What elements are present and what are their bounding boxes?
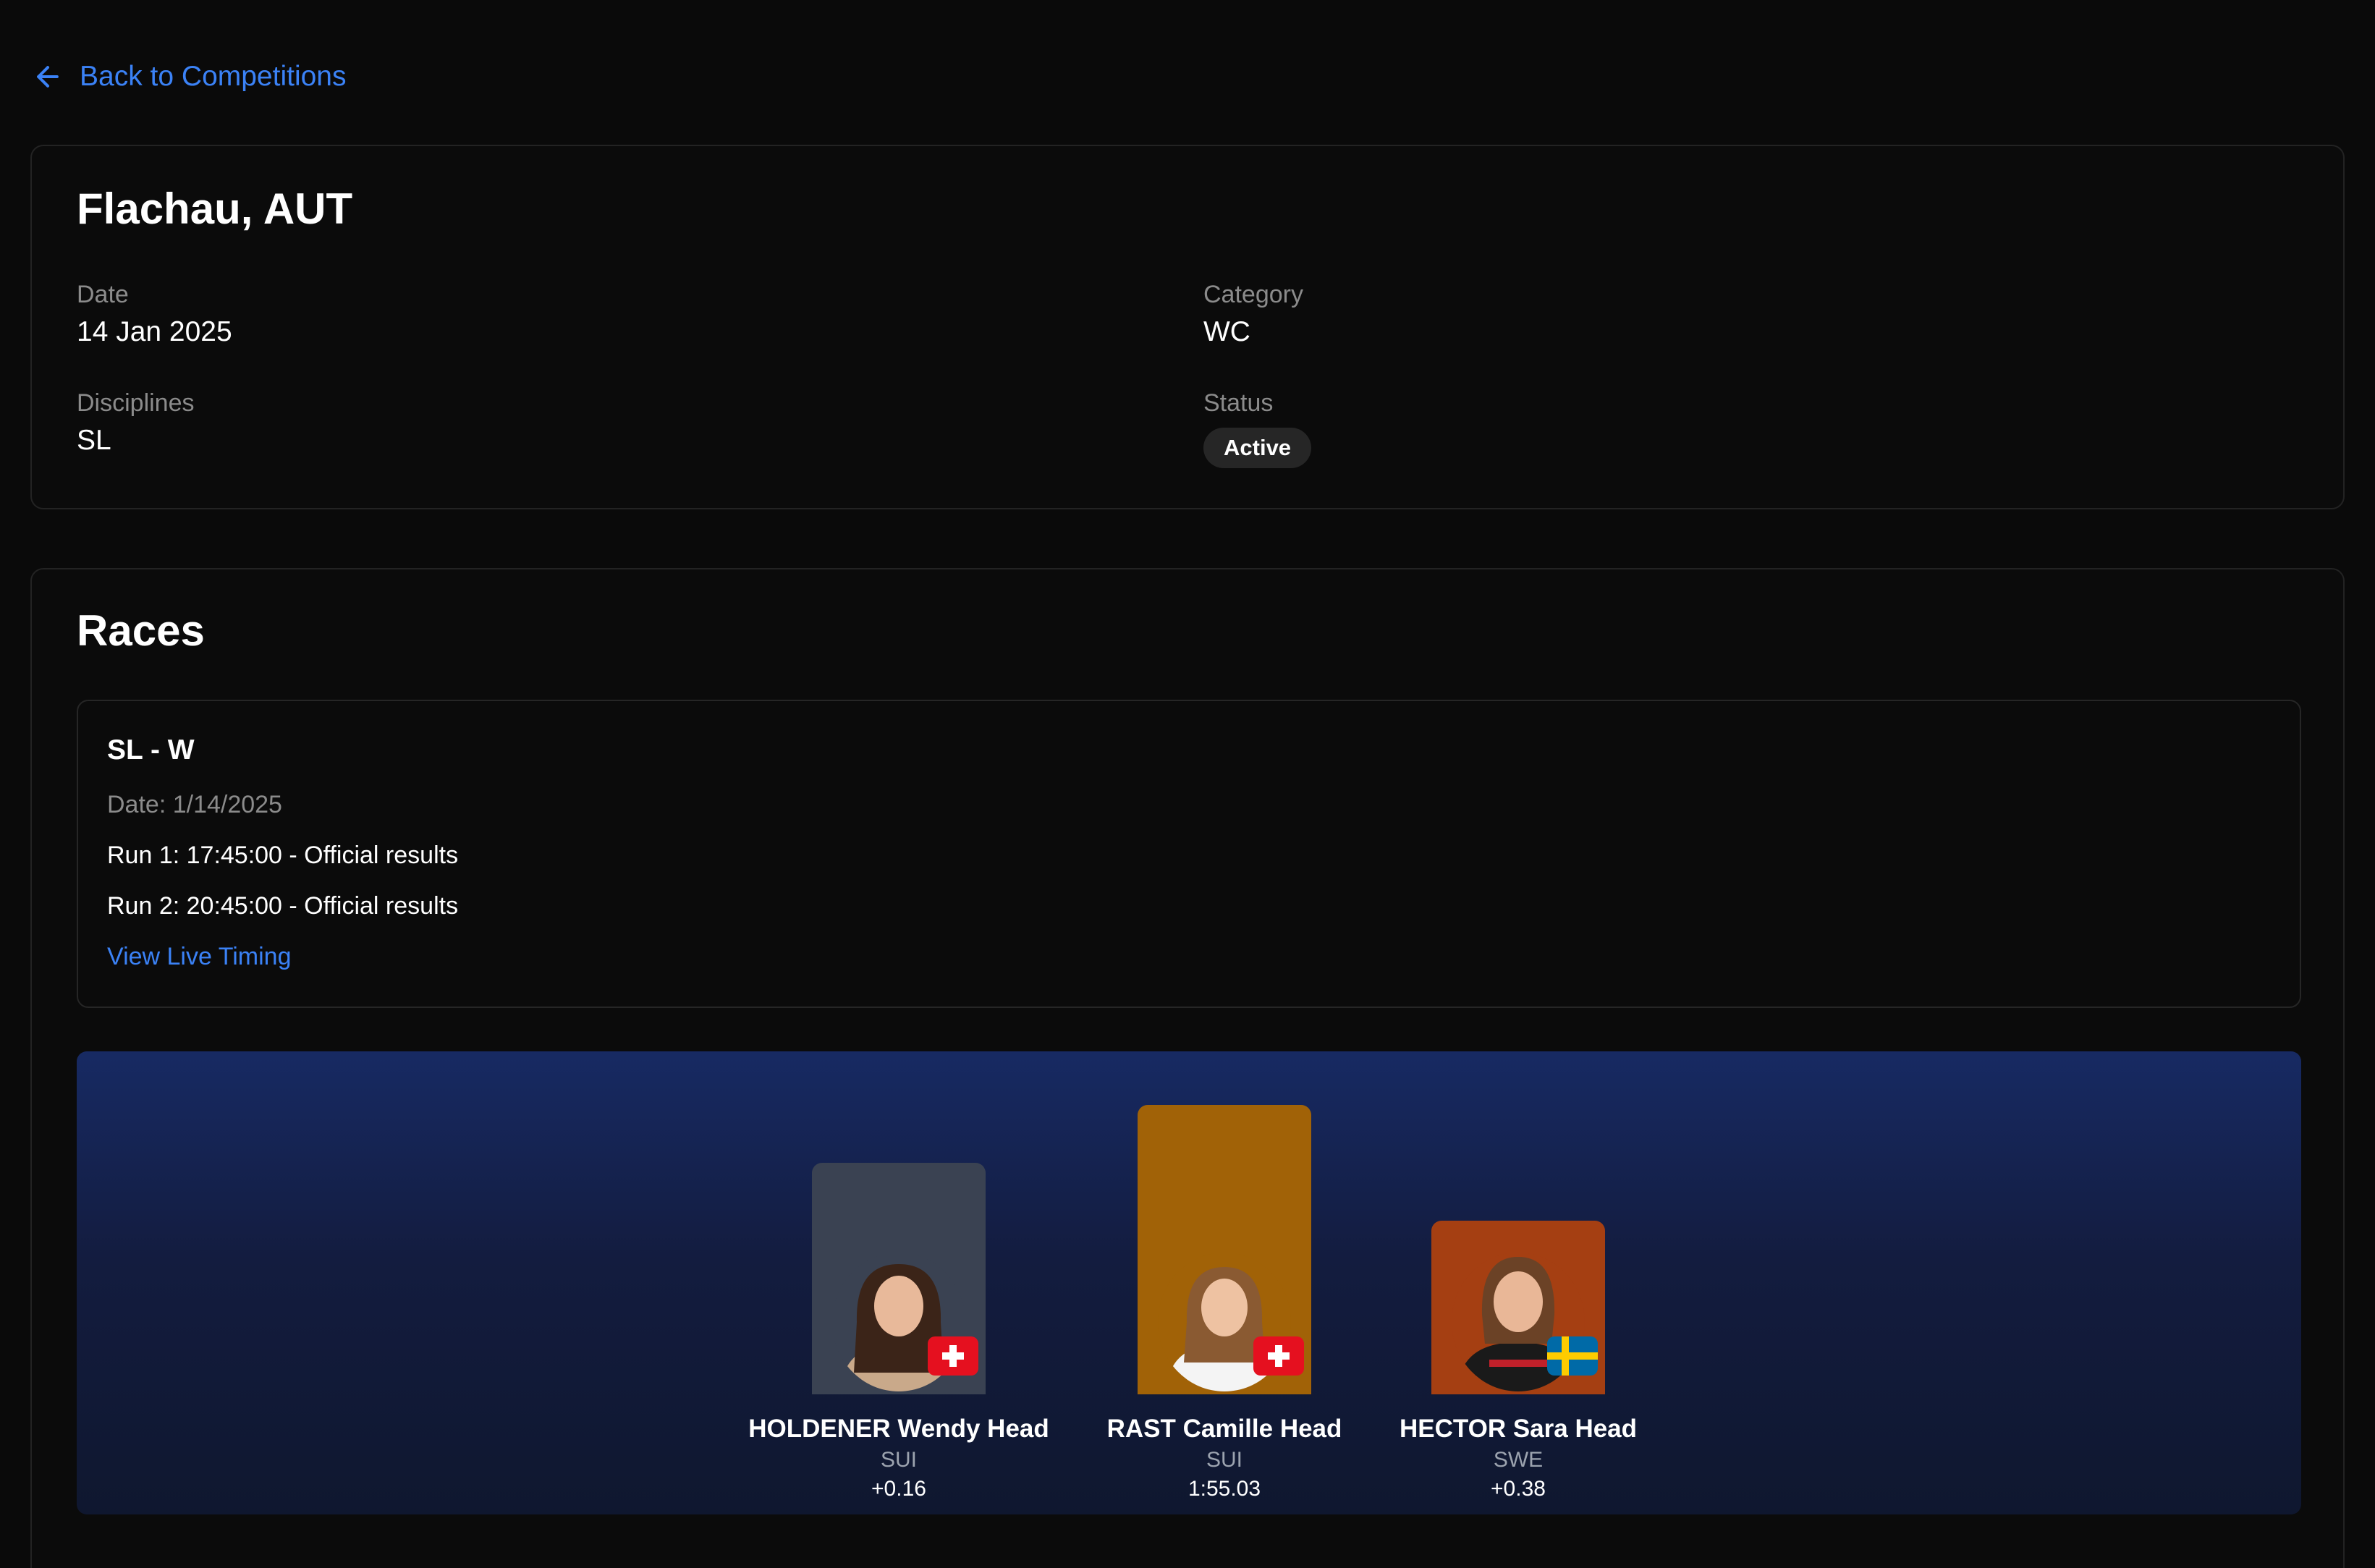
athlete-photo-box bbox=[1431, 1221, 1605, 1394]
race-item: SL - W Date: 1/14/2025 Run 1: 17:45:00 -… bbox=[77, 700, 2301, 1008]
athlete-name: HECTOR Sara Head bbox=[1399, 1415, 1638, 1443]
competition-title: Flachau, AUT bbox=[77, 185, 353, 233]
disciplines-value: SL bbox=[77, 425, 111, 456]
switzerland-flag-icon bbox=[1253, 1336, 1304, 1376]
races-title: Races bbox=[77, 606, 205, 655]
disciplines-field: Disciplines SL bbox=[77, 389, 195, 457]
athlete-time: 1:55.03 bbox=[1188, 1477, 1261, 1501]
athlete-photo-box bbox=[812, 1163, 986, 1394]
podium-second-place[interactable]: HOLDENER Wendy Head SUI +0.16 bbox=[747, 1051, 1051, 1501]
athlete-country: SWE bbox=[1493, 1448, 1544, 1472]
athlete-name: HOLDENER Wendy Head bbox=[748, 1415, 1049, 1443]
back-link-label: Back to Competitions bbox=[80, 61, 347, 92]
athlete-time: +0.38 bbox=[1491, 1477, 1546, 1501]
race-name: SL - W bbox=[107, 734, 195, 766]
date-label: Date bbox=[77, 281, 129, 308]
category-label: Category bbox=[1203, 281, 1303, 308]
back-to-competitions-link[interactable]: Back to Competitions bbox=[32, 61, 347, 93]
date-value: 14 Jan 2025 bbox=[77, 316, 232, 347]
view-live-timing-link[interactable]: View Live Timing bbox=[107, 943, 292, 971]
athlete-country: SUI bbox=[880, 1448, 917, 1472]
status-field: Status Active bbox=[1203, 389, 1312, 468]
status-label: Status bbox=[1203, 389, 1274, 417]
sweden-flag-icon bbox=[1547, 1336, 1598, 1376]
competition-info-card: Flachau, AUT Date 14 Jan 2025 Category W… bbox=[30, 145, 2345, 509]
race-run-2: Run 2: 20:45:00 - Official results bbox=[107, 892, 459, 920]
arrow-left-icon bbox=[37, 66, 59, 88]
podium: HOLDENER Wendy Head SUI +0.16 RAST Camil… bbox=[77, 1051, 2301, 1514]
race-date: Date: 1/14/2025 bbox=[107, 791, 282, 818]
athlete-name: RAST Camille Head bbox=[1106, 1415, 1342, 1443]
competition-detail-page: Back to Competitions Flachau, AUT Date 1… bbox=[0, 0, 2375, 1568]
date-field: Date 14 Jan 2025 bbox=[77, 281, 232, 348]
races-card: Races SL - W Date: 1/14/2025 Run 1: 17:4… bbox=[30, 568, 2345, 1568]
race-run-1: Run 1: 17:45:00 - Official results bbox=[107, 842, 459, 869]
podium-third-place[interactable]: HECTOR Sara Head SWE +0.38 bbox=[1366, 1051, 1670, 1501]
disciplines-label: Disciplines bbox=[77, 389, 195, 417]
category-field: Category WC bbox=[1203, 281, 1303, 348]
athlete-country: SUI bbox=[1206, 1448, 1242, 1472]
podium-first-place[interactable]: RAST Camille Head SUI 1:55.03 bbox=[1072, 1051, 1376, 1501]
athlete-photo-box bbox=[1138, 1105, 1311, 1394]
switzerland-flag-icon bbox=[928, 1336, 978, 1376]
status-badge: Active bbox=[1203, 428, 1312, 468]
category-value: WC bbox=[1203, 316, 1250, 347]
athlete-time: +0.16 bbox=[871, 1477, 926, 1501]
